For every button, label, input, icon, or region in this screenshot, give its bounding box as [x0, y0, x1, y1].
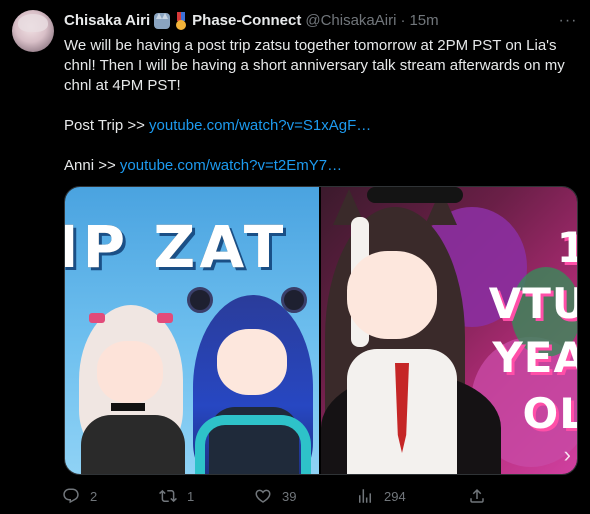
share-button[interactable] [468, 484, 486, 508]
anni-label: Anni >> [64, 157, 120, 174]
timestamp[interactable]: 15m [409, 11, 438, 31]
wolf-emoji-icon [154, 13, 171, 29]
character-illustration [71, 305, 191, 474]
post-trip-label: Post Trip >> [64, 117, 150, 134]
media-gallery: IP ZAT 1 VTU [64, 186, 578, 475]
thumbnail-text: YEA [492, 333, 577, 382]
anni-link[interactable]: youtube.com/watch?v=t2EmY7… [120, 157, 342, 174]
repost-count: 1 [187, 488, 195, 504]
author-name[interactable]: Chisaka Airi [64, 11, 150, 31]
repost-icon [159, 489, 177, 503]
tweet-text: We will be having a post trip zatsu toge… [64, 36, 584, 176]
more-options-icon[interactable]: ··· [558, 12, 578, 32]
avatar[interactable] [12, 10, 54, 52]
action-bar: 2 1 39 294 [62, 484, 484, 508]
author-handle[interactable]: @ChisakaAiri [305, 11, 396, 31]
post-trip-link[interactable]: youtube.com/watch?v=S1xAgF… [149, 117, 371, 134]
thumbnail-text: OL [522, 389, 577, 438]
views-button[interactable]: 294 [356, 484, 406, 508]
share-icon [470, 488, 484, 503]
thumbnail-text: 1 [557, 223, 577, 272]
group-name[interactable]: Phase-Connect [192, 11, 301, 31]
tweet-header: Chisaka Airi Phase-Connect @ChisakaAiri … [64, 11, 550, 31]
anni-line: Anni >> youtube.com/watch?v=t2EmY7… [64, 156, 584, 176]
reply-button[interactable]: 2 [62, 484, 97, 508]
reply-icon [63, 488, 79, 504]
like-button[interactable]: 39 [254, 484, 296, 508]
separator-dot: · [400, 12, 406, 29]
thumbnail-text: VTU [488, 279, 577, 328]
view-count: 294 [384, 488, 406, 504]
reply-count: 2 [90, 488, 98, 504]
heart-icon [255, 489, 271, 503]
analytics-icon [359, 489, 371, 503]
tweet: Chisaka Airi Phase-Connect @ChisakaAiri … [0, 0, 590, 514]
medal-emoji-icon [176, 12, 187, 30]
character-illustration [321, 187, 501, 474]
media-thumbnail-anniversary[interactable]: 1 VTU YEA OL › [321, 187, 577, 474]
media-thumbnail-post-trip[interactable]: IP ZAT [65, 187, 319, 474]
character-illustration [183, 287, 319, 474]
repost-button[interactable]: 1 [159, 484, 194, 508]
post-trip-line: Post Trip >> youtube.com/watch?v=S1xAgF… [64, 116, 584, 136]
thumbnail-title: IP ZAT [65, 213, 288, 281]
tweet-paragraph: We will be having a post trip zatsu toge… [64, 37, 565, 94]
like-count: 39 [282, 488, 297, 504]
next-media-icon[interactable]: › [564, 442, 571, 468]
